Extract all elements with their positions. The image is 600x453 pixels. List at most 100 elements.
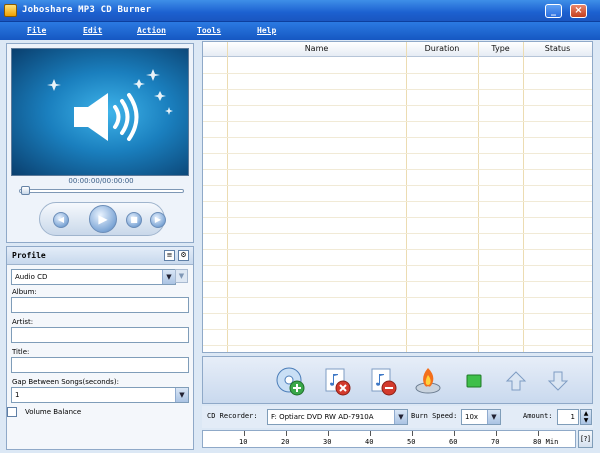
chevron-down-icon: ▼	[487, 410, 500, 424]
menu-tools[interactable]: Tools	[197, 26, 221, 35]
title-label: Title:	[12, 348, 30, 356]
help-button[interactable]: [?]	[578, 430, 593, 448]
list-view-icon[interactable]: ≡	[164, 250, 175, 261]
burn-icon[interactable]	[413, 366, 443, 396]
app-icon	[4, 4, 17, 17]
ruler-tick	[328, 431, 329, 436]
artist-label: Artist:	[12, 318, 34, 326]
speaker-icon	[47, 69, 173, 141]
row-separator	[203, 249, 592, 250]
row-separator	[203, 345, 592, 346]
profile-expand-icon[interactable]: ▼	[175, 269, 188, 283]
column-status[interactable]: Status	[523, 44, 592, 53]
album-label: Album:	[12, 288, 37, 296]
action-toolbar	[202, 356, 593, 404]
row-separator	[203, 201, 592, 202]
cd-recorder-value: F: Optiarc DVD RW AD-7910A	[271, 413, 374, 421]
chevron-down-icon: ▼	[162, 270, 175, 284]
seek-thumb[interactable]	[21, 186, 30, 195]
row-separator	[203, 73, 592, 74]
cd-recorder-label: CD Recorder:	[207, 412, 258, 420]
file-table[interactable]: Name Duration Type Status	[202, 41, 593, 353]
settings-icon[interactable]: ⚙	[178, 250, 189, 261]
amount-value: 1	[570, 413, 575, 421]
row-separator	[203, 89, 592, 90]
ruler-tick	[496, 431, 497, 436]
ruler-label: 80 Min	[533, 438, 559, 446]
player-panel: 00:00:00/00:00:00 ◀ ▶ ■ ▶	[6, 43, 194, 243]
chevron-down-icon: ▼	[394, 410, 407, 424]
row-separator	[203, 217, 592, 218]
menu-bar: File Edit Action Tools Help	[0, 22, 600, 40]
ruler-label: 40	[365, 438, 374, 446]
amount-label: Amount:	[523, 412, 553, 420]
profile-header: Profile ≡ ⚙	[7, 247, 193, 265]
add-file-icon[interactable]	[275, 366, 305, 396]
artist-input[interactable]	[11, 327, 189, 343]
close-button[interactable]: ×	[570, 4, 587, 18]
menu-edit[interactable]: Edit	[83, 26, 102, 35]
time-display: 00:00:00/00:00:00	[68, 177, 134, 185]
next-button[interactable]: ▶	[150, 212, 166, 228]
minimize-button[interactable]: _	[545, 4, 562, 18]
burn-speed-value: 10x	[465, 413, 479, 421]
amount-stepper[interactable]: ▲ ▼	[580, 409, 592, 425]
player-controls: ◀ ▶ ■ ▶	[39, 202, 166, 236]
profile-panel: Profile ≡ ⚙ Audio CD ▼ Album: Artist: Ti…	[6, 246, 194, 450]
row-separator	[203, 233, 592, 234]
ruler-label: 60	[449, 438, 458, 446]
capacity-ruler: 10 20 30 40 50 60 70 80 Min	[202, 430, 576, 448]
ruler-label: 10	[239, 438, 248, 446]
row-separator	[203, 137, 592, 138]
gap-select[interactable]: 1 ▼	[11, 387, 189, 403]
ruler-tick	[454, 431, 455, 436]
play-icon: ▶	[98, 212, 108, 226]
profile-title: Profile	[12, 251, 46, 260]
row-separator	[203, 329, 592, 330]
gap-label: Gap Between Songs(seconds):	[12, 378, 119, 386]
row-separator	[203, 297, 592, 298]
row-separator	[203, 105, 592, 106]
menu-action[interactable]: Action	[137, 26, 166, 35]
menu-file[interactable]: File	[27, 26, 46, 35]
title-input[interactable]	[11, 357, 189, 373]
move-up-icon[interactable]	[501, 366, 531, 396]
ruler-tick	[286, 431, 287, 436]
recorder-bar: CD Recorder: F: Optiarc DVD RW AD-7910A …	[202, 406, 593, 428]
burn-speed-select[interactable]: 10x ▼	[461, 409, 501, 425]
clear-files-icon[interactable]	[367, 366, 397, 396]
previous-icon: ◀	[57, 215, 65, 224]
column-duration[interactable]: Duration	[406, 44, 478, 53]
chevron-down-icon: ▼	[175, 388, 188, 402]
stop-square-icon: ■	[130, 215, 138, 224]
ruler-tick	[538, 431, 539, 436]
remove-file-icon[interactable]	[321, 366, 351, 396]
burn-speed-label: Burn Speed:	[411, 412, 458, 420]
row-separator	[203, 313, 592, 314]
stop-icon[interactable]	[459, 366, 489, 396]
profile-select-value: Audio CD	[15, 273, 48, 281]
seek-slider[interactable]	[19, 189, 184, 193]
stop-playback-button[interactable]: ■	[126, 212, 142, 228]
column-type[interactable]: Type	[478, 44, 523, 53]
menu-help[interactable]: Help	[257, 26, 276, 35]
column-name[interactable]: Name	[227, 44, 406, 53]
play-button[interactable]: ▶	[89, 205, 117, 233]
move-down-icon[interactable]	[543, 366, 573, 396]
ruler-label: 70	[491, 438, 500, 446]
volume-balance-checkbox[interactable]	[7, 407, 17, 417]
ruler-tick	[412, 431, 413, 436]
profile-select[interactable]: Audio CD ▼	[11, 269, 176, 285]
gap-value: 1	[15, 391, 20, 399]
row-separator	[203, 169, 592, 170]
cd-recorder-select[interactable]: F: Optiarc DVD RW AD-7910A ▼	[267, 409, 408, 425]
amount-input[interactable]: 1	[557, 409, 579, 425]
row-separator	[203, 121, 592, 122]
table-header: Name Duration Type Status	[203, 42, 592, 57]
ruler-label: 50	[407, 438, 416, 446]
album-input[interactable]	[11, 297, 189, 313]
volume-balance-label: Volume Balance	[25, 408, 82, 416]
row-separator	[203, 281, 592, 282]
row-separator	[203, 185, 592, 186]
previous-button[interactable]: ◀	[53, 212, 69, 228]
